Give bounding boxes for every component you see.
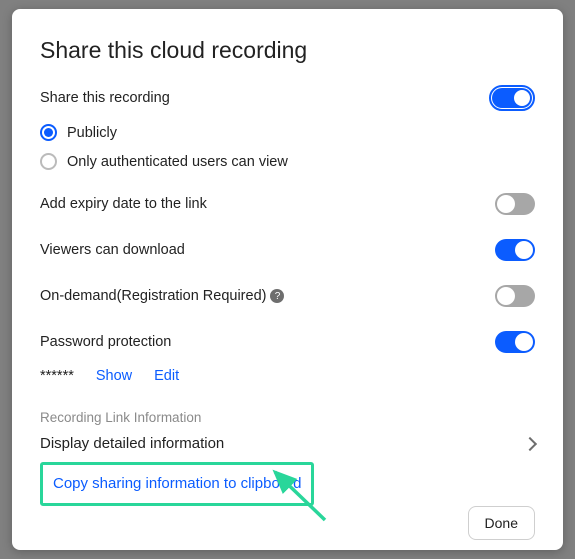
copy-sharing-link[interactable]: Copy sharing information to clipboard [53, 475, 301, 492]
display-detailed-row[interactable]: Display detailed information [40, 435, 535, 452]
expiry-label: Add expiry date to the link [40, 196, 207, 212]
password-toggle[interactable] [495, 331, 535, 353]
panel-title: Share this cloud recording [40, 37, 535, 64]
ondemand-label: On-demand(Registration Required) [40, 288, 266, 304]
download-label: Viewers can download [40, 242, 185, 258]
password-label: Password protection [40, 334, 171, 350]
footer: Done [40, 506, 535, 540]
share-recording-panel: Share this cloud recording Share this re… [12, 9, 563, 550]
radio-authenticated-label: Only authenticated users can view [67, 154, 288, 170]
password-row: Password protection [40, 330, 535, 354]
ondemand-toggle[interactable] [495, 285, 535, 307]
done-button[interactable]: Done [468, 506, 535, 540]
share-toggle-row: Share this recording [40, 86, 535, 110]
copy-highlight-box: Copy sharing information to clipboard [40, 462, 314, 506]
chevron-right-icon [523, 436, 537, 450]
help-icon[interactable]: ? [270, 289, 284, 303]
password-line: ****** Show Edit [40, 368, 535, 384]
radio-authenticated-icon [40, 153, 57, 170]
share-toggle[interactable] [489, 85, 535, 111]
section-label: Recording Link Information [40, 410, 535, 425]
share-radio-group: Publicly Only authenticated users can vi… [40, 118, 535, 176]
show-password-link[interactable]: Show [96, 368, 132, 384]
download-toggle[interactable] [495, 239, 535, 261]
download-row: Viewers can download [40, 238, 535, 262]
ondemand-row: On-demand(Registration Required) ? [40, 284, 535, 308]
display-detailed-label: Display detailed information [40, 435, 224, 452]
radio-publicly-icon [40, 124, 57, 141]
radio-publicly[interactable]: Publicly [40, 118, 535, 147]
expiry-row: Add expiry date to the link [40, 192, 535, 216]
ondemand-label-wrap: On-demand(Registration Required) ? [40, 288, 284, 304]
password-masked: ****** [40, 368, 74, 384]
expiry-toggle[interactable] [495, 193, 535, 215]
edit-password-link[interactable]: Edit [154, 368, 179, 384]
share-label: Share this recording [40, 90, 170, 106]
radio-authenticated[interactable]: Only authenticated users can view [40, 147, 535, 176]
radio-publicly-label: Publicly [67, 125, 117, 141]
